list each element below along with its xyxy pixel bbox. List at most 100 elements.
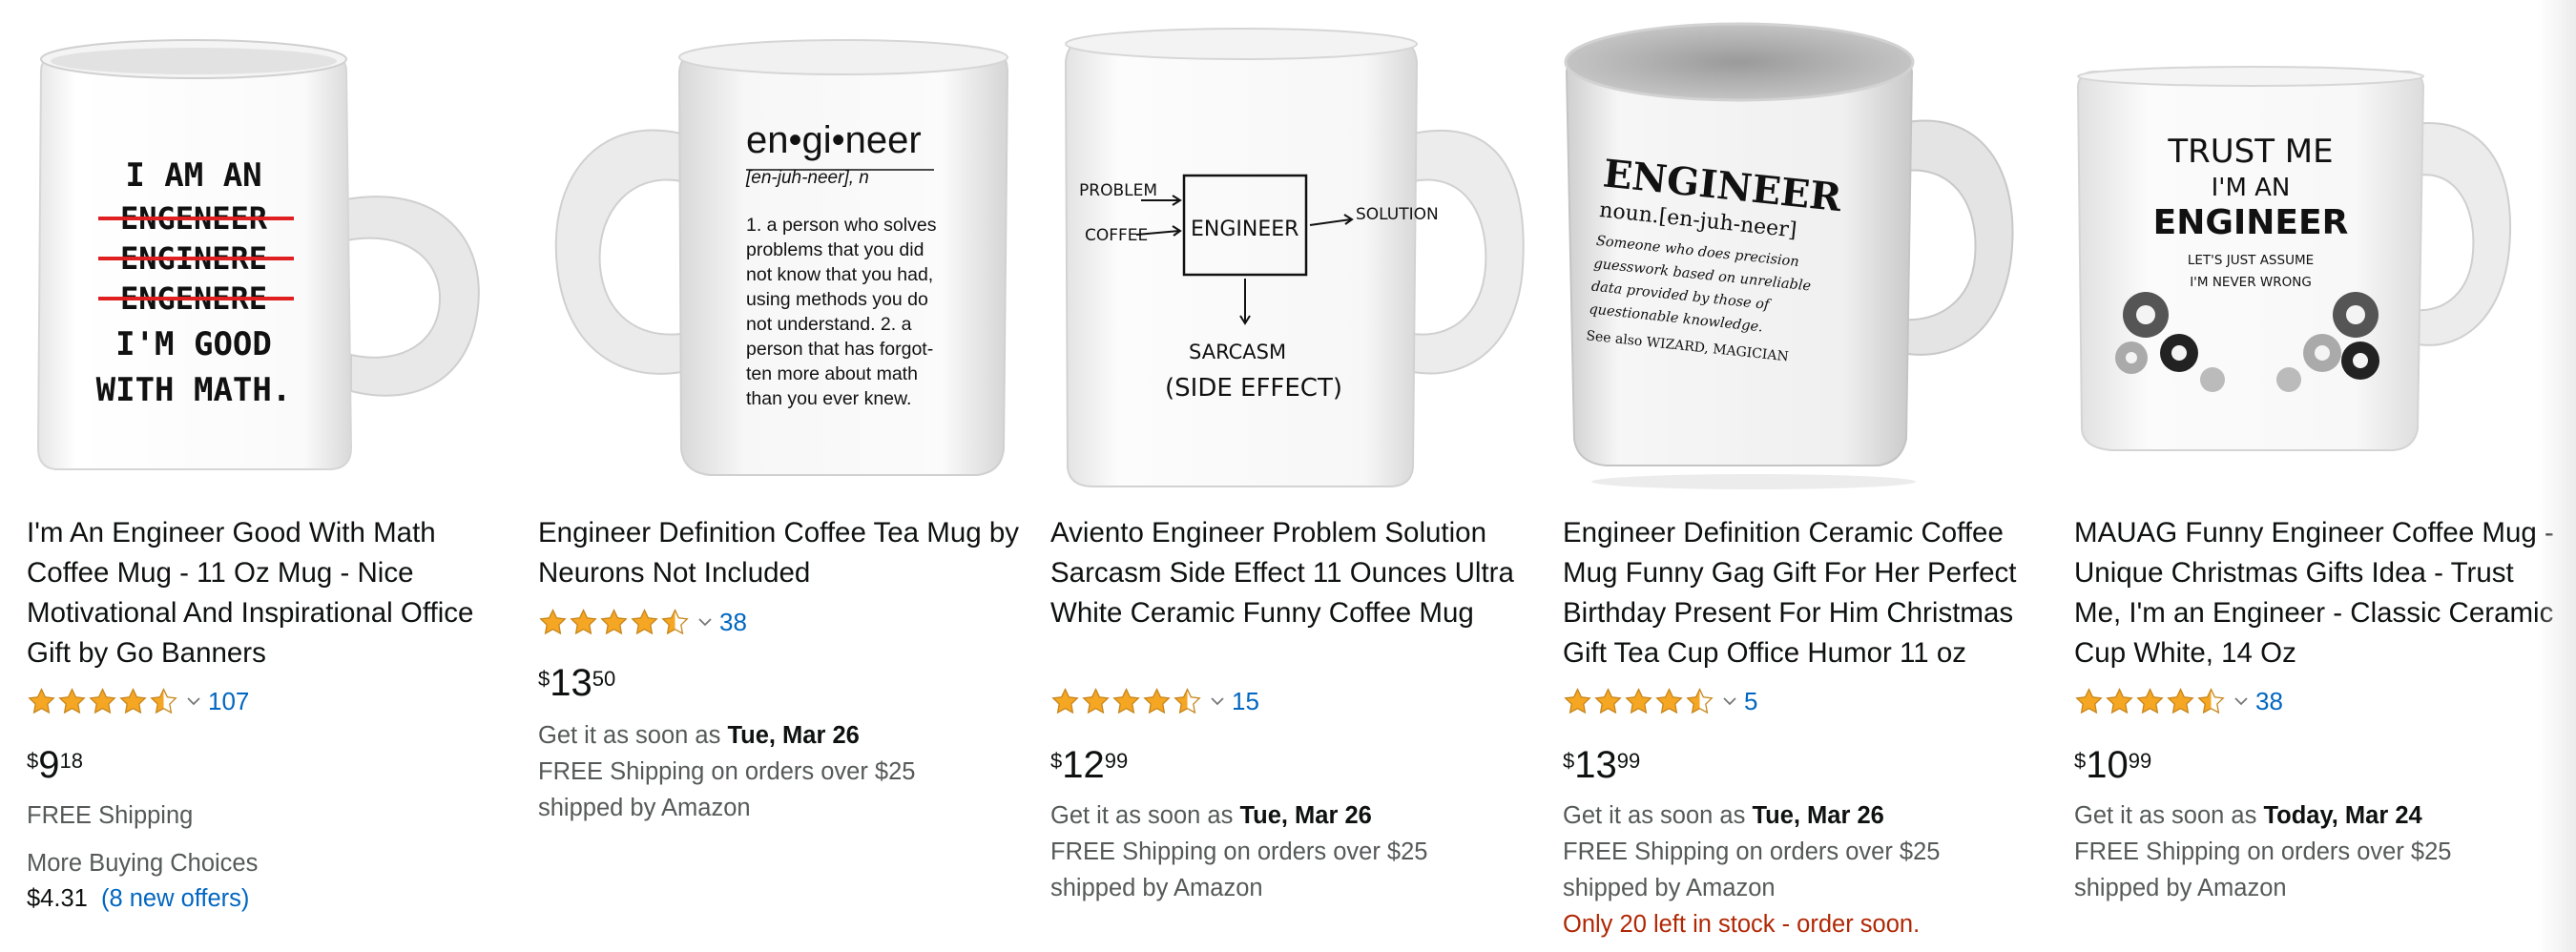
chevron-down-icon[interactable] xyxy=(698,617,712,627)
shipped-by: shipped by Amazon xyxy=(1050,875,1263,901)
product-title[interactable]: MAUAG Funny Engineer Coffee Mug - Unique… xyxy=(2074,513,2556,673)
delivery-date: Tue, Mar 26 xyxy=(1239,802,1372,829)
half-star-icon xyxy=(150,687,177,714)
star-icon xyxy=(2167,687,2194,714)
shipping-info: FREE Shipping on orders over $25 xyxy=(538,758,916,785)
svg-text:ENGINEER: ENGINEER xyxy=(2153,203,2349,242)
svg-text:WITH MATH.: WITH MATH. xyxy=(96,371,292,409)
shipping-info: FREE Shipping xyxy=(27,802,194,829)
star-icon xyxy=(600,608,628,634)
delivery-info: Get it as soon as Tue, Mar 26 xyxy=(1050,802,1372,829)
star-icon xyxy=(1082,687,1110,714)
svg-text:TRUST ME: TRUST ME xyxy=(2167,133,2333,171)
svg-text:not understand. 2. a: not understand. 2. a xyxy=(746,314,912,335)
product-grid: I AM AN ENGENEER ENGINERE ENGENERE I'M G… xyxy=(0,0,2576,952)
star-icon xyxy=(1625,687,1652,714)
svg-text:not know that you had,: not know that you had, xyxy=(746,264,933,285)
rating-row[interactable]: 5 xyxy=(1563,682,1757,720)
chevron-down-icon[interactable] xyxy=(1211,696,1224,706)
star-icon xyxy=(1594,687,1622,714)
more-buying-choices-label: More Buying Choices xyxy=(27,850,259,877)
delivery-info: Get it as soon as Tue, Mar 26 xyxy=(538,722,860,749)
star-rating[interactable] xyxy=(1050,687,1203,716)
chevron-down-icon[interactable] xyxy=(187,696,200,706)
product-image[interactable]: TRUST ME I'M AN ENGINEER LET'S JUST ASSU… xyxy=(2074,19,2561,496)
product-title[interactable]: Engineer Definition Ceramic Coffee Mug F… xyxy=(1563,513,2045,673)
svg-text:1. a person who solves: 1. a person who solves xyxy=(746,215,937,236)
shipping-info: FREE Shipping on orders over $25 xyxy=(1050,838,1428,865)
svg-text:PROBLEM: PROBLEM xyxy=(1079,181,1157,200)
more-choices-price: $4.31 xyxy=(27,885,88,912)
svg-text:I'M GOOD: I'M GOOD xyxy=(115,325,272,363)
star-rating[interactable] xyxy=(1563,687,1715,716)
svg-text:en•gi•neer: en•gi•neer xyxy=(746,119,922,161)
rating-row[interactable]: 107 xyxy=(27,682,249,720)
shipping-info: FREE Shipping on orders over $25 xyxy=(2074,838,2452,865)
star-icon xyxy=(1051,687,1079,714)
product-title[interactable]: Aviento Engineer Problem Solution Sarcas… xyxy=(1050,513,1532,633)
product-card: TRUST ME I'M AN ENGINEER LET'S JUST ASSU… xyxy=(2074,0,2561,952)
half-star-icon xyxy=(1174,687,1201,714)
product-title[interactable]: Engineer Definition Coffee Tea Mug by Ne… xyxy=(538,513,1020,593)
star-icon xyxy=(2075,687,2103,714)
price[interactable]: $12 99 xyxy=(1050,742,1128,790)
half-star-icon xyxy=(2197,687,2225,714)
product-image[interactable]: I AM AN ENGENEER ENGINERE ENGENERE I'M G… xyxy=(27,19,513,496)
product-card: en•gi•neer [en-juh-neer], n 1. a person … xyxy=(538,0,1025,952)
svg-text:SOLUTION: SOLUTION xyxy=(1356,205,1439,224)
star-icon xyxy=(631,608,658,634)
svg-text:than you ever knew.: than you ever knew. xyxy=(746,388,911,409)
product-image[interactable]: PROBLEM COFFEE ENGINEER SOLUTION SARCASM… xyxy=(1050,19,1537,496)
rating-row[interactable]: 38 xyxy=(2074,682,2283,720)
rating-row[interactable]: 38 xyxy=(538,603,747,641)
rating-count[interactable]: 5 xyxy=(1744,687,1757,716)
star-icon xyxy=(28,687,55,714)
product-image[interactable]: ENGINEER noun.[en-juh-neer] Someone who … xyxy=(1563,19,2049,496)
star-rating[interactable] xyxy=(2074,687,2227,716)
mug-image: en•gi•neer [en-juh-neer], n 1. a person … xyxy=(554,39,1009,476)
star-icon xyxy=(1655,687,1683,714)
svg-text:I'M AN: I'M AN xyxy=(2212,174,2291,202)
svg-text:ten more about math: ten more about math xyxy=(746,363,918,384)
product-card: I AM AN ENGENEER ENGINERE ENGENERE I'M G… xyxy=(27,0,513,952)
product-card: ENGINEER noun.[en-juh-neer] Someone who … xyxy=(1563,0,2049,952)
price[interactable]: $10 99 xyxy=(2074,742,2151,790)
star-icon xyxy=(2136,687,2164,714)
svg-text:using methods you do: using methods you do xyxy=(746,289,928,310)
mug-image: I AM AN ENGENEER ENGINERE ENGENERE I'M G… xyxy=(36,39,480,470)
more-buying-choices: $4.31 (8 new offers) xyxy=(27,880,249,917)
shipped-by: shipped by Amazon xyxy=(1563,875,1776,901)
rating-count[interactable]: 15 xyxy=(1232,687,1259,716)
price[interactable]: $13 50 xyxy=(538,660,615,708)
svg-text:person that has forgot-: person that has forgot- xyxy=(746,339,933,360)
rating-count[interactable]: 107 xyxy=(208,687,249,716)
star-rating[interactable] xyxy=(538,608,691,637)
stock-warning: Only 20 left in stock - order soon. xyxy=(1563,911,1921,938)
svg-text:SARCASM: SARCASM xyxy=(1189,341,1286,363)
chevron-down-icon[interactable] xyxy=(1723,696,1736,706)
star-icon xyxy=(539,608,567,634)
delivery-date: Today, Mar 24 xyxy=(2263,802,2422,829)
star-icon xyxy=(119,687,147,714)
svg-text:ENGINEER: ENGINEER xyxy=(1191,217,1298,241)
star-icon xyxy=(570,608,597,634)
new-offers-link[interactable]: (8 new offers) xyxy=(101,885,249,912)
delivery-info: Get it as soon as Tue, Mar 26 xyxy=(1563,802,1884,829)
page-edge-shadow xyxy=(2538,0,2576,952)
star-icon xyxy=(1143,687,1171,714)
star-icon xyxy=(1112,687,1140,714)
price[interactable]: $9 18 xyxy=(27,742,83,790)
shipped-by: shipped by Amazon xyxy=(538,795,751,821)
product-image[interactable]: en•gi•neer [en-juh-neer], n 1. a person … xyxy=(538,19,1025,496)
product-title[interactable]: I'm An Engineer Good With Math Coffee Mu… xyxy=(27,513,509,673)
star-rating[interactable] xyxy=(27,687,179,716)
shipping-info: FREE Shipping on orders over $25 xyxy=(1563,838,1941,865)
chevron-down-icon[interactable] xyxy=(2234,696,2248,706)
svg-text:COFFEE: COFFEE xyxy=(1085,226,1148,245)
mug-image: PROBLEM COFFEE ENGINEER SOLUTION SARCASM… xyxy=(1064,28,1525,487)
svg-text:(SIDE EFFECT): (SIDE EFFECT) xyxy=(1165,374,1342,403)
rating-count[interactable]: 38 xyxy=(2255,687,2283,716)
rating-row[interactable]: 15 xyxy=(1050,682,1259,720)
rating-count[interactable]: 38 xyxy=(719,608,747,637)
price[interactable]: $13 99 xyxy=(1563,742,1640,790)
